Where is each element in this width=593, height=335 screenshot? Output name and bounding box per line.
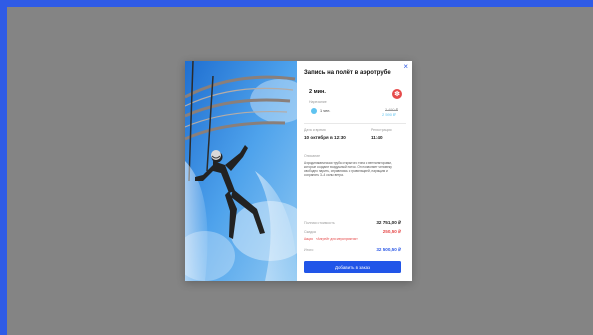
registration-value: 11:40: [371, 135, 383, 140]
discount-value: 250,50 ₽: [382, 229, 401, 234]
subtotal-value: 32 751,00 ₽: [376, 220, 401, 225]
dismiss-badge-icon[interactable]: ✽: [392, 89, 402, 99]
discount-label: Скидка: [304, 230, 316, 234]
booking-modal: × Запись на полёт в аэротрубе 2 мин. ✽ Н…: [185, 61, 412, 281]
add-to-order-button[interactable]: Добавить в заказ: [304, 261, 401, 273]
passenger-count: 1 чел.: [320, 109, 331, 113]
registration-label: Регистрация: [371, 128, 392, 132]
promo-name: «Апгрейт для мероприятия»: [315, 237, 358, 241]
description-text: Аэродинамическая труба открытого типа с …: [304, 161, 392, 177]
price-new: 2 590 ₽: [382, 112, 396, 117]
total-value: 32 500,50 ₽: [376, 247, 401, 252]
wind-tunnel-photo: [185, 61, 297, 281]
promo-line: Акция «Апгрейт для мероприятия»: [304, 237, 361, 241]
divider: [304, 123, 406, 124]
close-icon[interactable]: ×: [403, 63, 408, 71]
total-label: Итого: [304, 248, 314, 252]
description-label: Описание: [304, 154, 321, 158]
date-label: Дата и время: [304, 128, 326, 132]
modal-title: Запись на полёт в аэротрубе: [304, 70, 391, 76]
booking-panel: × Запись на полёт в аэротрубе 2 мин. ✽ Н…: [297, 61, 412, 281]
date-value: 10 октября в 12:30: [304, 135, 346, 140]
duration-label: Нарезание: [309, 100, 327, 104]
subtotal-label: Полная стоимость: [304, 221, 335, 225]
promo-type: Акция: [304, 237, 313, 241]
passenger-icon: [311, 108, 317, 114]
duration-value: 2 мин.: [309, 89, 326, 95]
